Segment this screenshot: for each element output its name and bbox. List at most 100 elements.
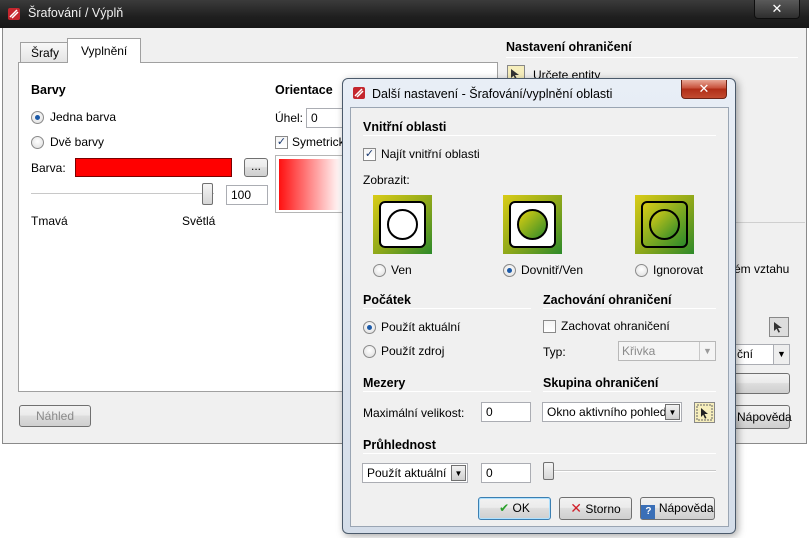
- help-question-icon: ?: [641, 505, 656, 519]
- dialog-help-label: Nápověda: [658, 501, 714, 515]
- cancel-label: Storno: [585, 502, 621, 516]
- cancel-button[interactable]: ✕ Storno: [559, 497, 632, 520]
- main-window-title: Šrafování / Výplň: [28, 6, 124, 20]
- color-swatch[interactable]: [75, 158, 232, 177]
- gradient-preview-frame: [275, 155, 345, 213]
- light-label: Světlá: [182, 214, 216, 228]
- section-divider: [31, 98, 269, 99]
- shade-slider-track: [31, 193, 214, 195]
- display-label: Zobrazit:: [363, 173, 410, 187]
- chevron-down-icon: ▼: [699, 342, 715, 360]
- transparency-title: Průhlednost: [363, 438, 436, 452]
- two-colors-label: Dvě barvy: [50, 135, 105, 149]
- max-size-label: Maximální velikost:: [363, 406, 465, 420]
- preview-button[interactable]: Náhled: [19, 405, 91, 427]
- single-color-label: Jedna barva: [50, 110, 117, 124]
- max-size-input[interactable]: 0: [481, 402, 531, 422]
- display-inside-outside-radio[interactable]: [503, 264, 516, 277]
- preview-inside-outside[interactable]: [503, 195, 562, 254]
- app-logo-icon: [8, 8, 20, 20]
- right-action-button[interactable]: [733, 373, 790, 394]
- preview-ignore[interactable]: [635, 195, 694, 254]
- preview-circle: [649, 209, 680, 240]
- color-browse-button[interactable]: ...: [244, 158, 268, 177]
- ok-label: OK: [512, 501, 530, 515]
- transparency-value-input[interactable]: 0: [481, 463, 531, 483]
- inner-areas-title: Vnitřní oblasti: [363, 120, 447, 134]
- chevron-down-icon[interactable]: ▼: [773, 345, 789, 364]
- new-boundary-set-button[interactable]: [694, 402, 715, 423]
- tab-vyplneni[interactable]: Vyplnění: [67, 38, 142, 63]
- boundary-section-title: Nastavení ohraničení: [506, 40, 632, 54]
- dialog-title: Další nastavení - Šrafování/vyplnění obl…: [372, 87, 613, 101]
- section-divider: [543, 391, 716, 392]
- section-divider: [363, 453, 716, 454]
- origin-use-current-label: Použít aktuální: [381, 320, 461, 334]
- color-label: Barva:: [31, 161, 66, 175]
- chevron-down-icon[interactable]: ▼: [451, 465, 466, 481]
- orientation-section-title: Orientace: [275, 83, 333, 97]
- pick-cursor-icon: [696, 404, 713, 421]
- origin-title: Počátek: [363, 293, 411, 307]
- angle-input[interactable]: 0: [306, 108, 346, 128]
- ok-button[interactable]: ✔ OK: [478, 497, 551, 520]
- app-logo-icon: [353, 87, 365, 99]
- type-combo-value: Křivka: [622, 344, 656, 358]
- single-color-radio[interactable]: [31, 111, 44, 124]
- type-combo[interactable]: Křivka ▼: [618, 341, 716, 361]
- check-icon: ✔: [499, 501, 510, 515]
- retain-boundary-title: Zachování ohraničení: [543, 293, 672, 307]
- preview-outside[interactable]: [373, 195, 432, 254]
- main-titlebar[interactable]: Šrafování / Výplň: [0, 0, 809, 28]
- find-inner-areas-label: Najít vnitřní oblasti: [381, 147, 480, 161]
- angle-label: Úhel:: [275, 111, 304, 125]
- section-divider: [363, 308, 531, 309]
- gradient-preview[interactable]: [279, 159, 341, 210]
- section-divider: [275, 98, 345, 99]
- display-outside-radio[interactable]: [373, 264, 386, 277]
- boundary-set-combo[interactable]: Okno aktivního pohledu: [542, 402, 682, 422]
- transparency-slider-thumb[interactable]: [543, 462, 554, 480]
- boundary-set-value: Okno aktivního pohledu: [547, 405, 674, 419]
- pick-icon-button[interactable]: [769, 317, 789, 337]
- retain-boundary-label: Zachovat ohraničení: [561, 319, 670, 333]
- origin-use-source-radio[interactable]: [363, 345, 376, 358]
- colors-section-title: Barvy: [31, 83, 66, 97]
- main-help-button[interactable]: Nápověda: [730, 405, 792, 429]
- retain-boundary-checkbox[interactable]: [543, 320, 556, 333]
- main-close-button[interactable]: ✕: [754, 0, 800, 19]
- origin-use-source-label: Použít zdroj: [381, 344, 445, 358]
- type-label: Typ:: [543, 345, 566, 359]
- section-divider: [543, 308, 716, 309]
- symmetric-checkbox[interactable]: ✓: [275, 136, 288, 149]
- dialog-close-button[interactable]: ✕: [681, 80, 727, 99]
- preview-circle: [387, 209, 418, 240]
- preview-circle: [517, 209, 548, 240]
- preview-frame: [509, 201, 556, 248]
- preview-frame: [379, 201, 426, 248]
- find-inner-areas-checkbox[interactable]: ✓: [363, 148, 376, 161]
- dialog-help-button[interactable]: ? Nápověda: [640, 497, 715, 520]
- transparency-slider-track: [543, 470, 716, 472]
- chevron-down-icon[interactable]: ▼: [665, 404, 680, 420]
- boundary-set-title: Skupina ohraničení: [543, 376, 659, 390]
- display-ignore-radio[interactable]: [635, 264, 648, 277]
- display-inside-outside-label: Dovnitř/Ven: [521, 263, 584, 277]
- two-colors-radio[interactable]: [31, 136, 44, 149]
- display-ignore-label: Ignorovat: [653, 263, 704, 277]
- shade-slider-thumb[interactable]: [202, 183, 213, 205]
- shade-value-input[interactable]: 100: [226, 185, 268, 205]
- transparency-mode-value: Použít aktuální: [367, 466, 447, 480]
- section-divider: [363, 391, 531, 392]
- cancel-x-icon: ✕: [570, 500, 583, 516]
- origin-use-current-radio[interactable]: [363, 321, 376, 334]
- display-outside-label: Ven: [391, 263, 412, 277]
- section-divider: [506, 57, 798, 58]
- relation-combo-value: ční: [737, 347, 754, 361]
- preview-frame: [641, 201, 688, 248]
- section-divider: [363, 135, 716, 136]
- gaps-title: Mezery: [363, 376, 406, 390]
- tab-srafy[interactable]: Šrafy: [20, 42, 71, 62]
- relation-label-fragment: ém vztahu: [734, 262, 790, 276]
- dark-label: Tmavá: [31, 214, 68, 228]
